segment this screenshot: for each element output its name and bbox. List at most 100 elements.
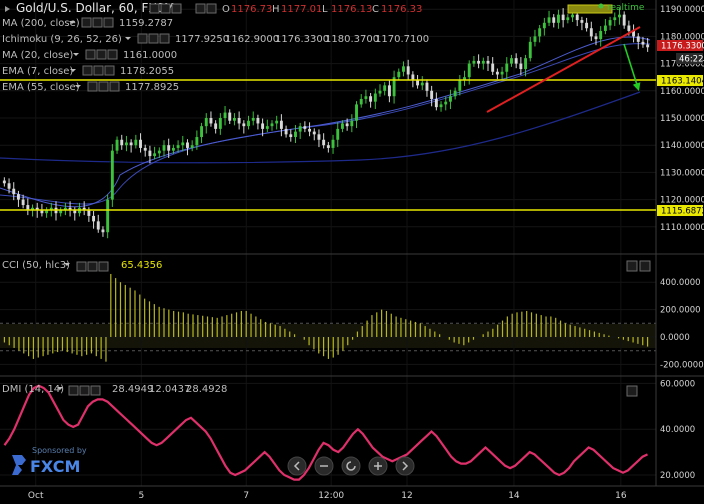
- scroll-left-button[interactable]: [287, 456, 307, 476]
- candle-body: [369, 96, 373, 102]
- dmi-close-button[interactable]: [90, 385, 101, 396]
- scroll-right-button[interactable]: [395, 456, 415, 476]
- candle-body: [162, 145, 166, 151]
- header-extra-settings-button[interactable]: [206, 3, 217, 14]
- candle-body: [308, 128, 312, 132]
- candle-body: [430, 90, 434, 99]
- candle-body: [519, 63, 523, 70]
- price-tick-label: 1110.0000: [660, 223, 704, 233]
- dmi-values: 28.494912.043728.4928: [112, 384, 227, 395]
- candle-body: [336, 128, 340, 140]
- cci-value: 65.4356: [121, 260, 162, 271]
- price-tick-label: 1150.0000: [660, 114, 704, 124]
- cci-move-up-button[interactable]: [626, 260, 638, 272]
- candle-body: [186, 142, 189, 148]
- cci-close-button[interactable]: [98, 261, 109, 272]
- candle-body: [618, 14, 621, 18]
- realtime-label: realtime: [607, 3, 645, 13]
- ohlc-key: H: [272, 4, 280, 15]
- candle-body: [580, 20, 584, 23]
- candle-body: [265, 126, 269, 129]
- realtime-indicator-icon: [598, 3, 604, 9]
- candle-body: [402, 66, 405, 72]
- reset-button[interactable]: [341, 456, 361, 476]
- indicator-visibility-toggle-button[interactable]: [137, 33, 148, 44]
- dmi-tick-label: 60.0000: [660, 379, 695, 389]
- candle-body: [603, 25, 607, 31]
- dmi-move-up-button[interactable]: [626, 385, 638, 397]
- candle-body: [646, 44, 650, 48]
- indicator-settings-button[interactable]: [98, 81, 109, 92]
- candle-body: [420, 82, 424, 86]
- indicator-value: 1178.2055: [120, 66, 174, 77]
- indicator-close-button[interactable]: [103, 17, 114, 28]
- candle-body: [312, 131, 316, 135]
- indicator-label[interactable]: EMA (55, close): [2, 82, 80, 93]
- candle-body: [148, 150, 152, 157]
- dmi-label[interactable]: DMI (14, 14): [2, 384, 64, 395]
- candle-body: [110, 150, 114, 200]
- candle-body: [124, 142, 128, 146]
- candle-body: [387, 85, 391, 97]
- price-tick-label: 1190.0000: [660, 5, 704, 15]
- cci-label[interactable]: CCI (50, hlc3): [2, 260, 70, 271]
- candle-body: [500, 71, 504, 75]
- candle-body: [326, 145, 330, 148]
- header-close-button[interactable]: [171, 3, 182, 14]
- indicator-visibility-toggle-button[interactable]: [82, 65, 93, 76]
- candle-body: [181, 142, 185, 146]
- indicator-label[interactable]: MA (200, close): [2, 18, 80, 29]
- candle-body: [355, 104, 358, 121]
- indicator-settings-button[interactable]: [96, 49, 107, 60]
- header-visibility-toggle-button[interactable]: [149, 3, 160, 14]
- candle-body: [279, 120, 283, 129]
- indicator-settings-button[interactable]: [93, 65, 104, 76]
- candle-body: [270, 123, 274, 127]
- sponsor-brand: FXCM: [30, 457, 80, 476]
- dmi-settings-button[interactable]: [79, 385, 90, 396]
- highlight-rectangle[interactable]: [567, 4, 613, 14]
- ohlc-value: 1177.01: [281, 4, 322, 15]
- candle-body: [7, 183, 11, 189]
- indicator-label[interactable]: MA (20, close): [2, 50, 73, 61]
- indicator-value: 1170.7100: [375, 34, 429, 45]
- cci-settings-button[interactable]: [87, 261, 98, 272]
- indicator-visibility-toggle-button[interactable]: [87, 81, 98, 92]
- candle-body: [120, 139, 124, 146]
- indicator-close-button[interactable]: [159, 33, 170, 44]
- candle-body: [350, 120, 354, 127]
- candle-body: [101, 229, 105, 233]
- time-tick-label: 7: [243, 491, 249, 501]
- candle-body: [139, 139, 142, 148]
- candle-body: [542, 22, 546, 29]
- cci-visibility-toggle-button[interactable]: [76, 261, 87, 272]
- candle-body: [73, 210, 77, 214]
- indicator-label[interactable]: EMA (7, close): [2, 66, 73, 77]
- cci-move-down-button[interactable]: [639, 260, 651, 272]
- indicator-value: 1161.0000: [123, 50, 177, 61]
- indicator-value: 1180.3700: [325, 34, 379, 45]
- header-extra-visibility-toggle-button[interactable]: [195, 3, 206, 14]
- candle-body: [608, 20, 612, 26]
- indicator-label[interactable]: Ichimoku (9, 26, 52, 26): [2, 34, 122, 45]
- indicator-visibility-toggle-button[interactable]: [85, 49, 96, 60]
- chart-canvas: realtime 1190.00001180.00001170.00001160…: [0, 0, 704, 504]
- candle-body: [373, 93, 377, 102]
- price-axis-ticks: 1190.00001180.00001170.00001160.00001150…: [660, 5, 704, 233]
- indicator-close-button[interactable]: [109, 81, 120, 92]
- candle-body: [453, 90, 457, 97]
- indicator-settings-button[interactable]: [148, 33, 159, 44]
- indicator-close-button[interactable]: [107, 49, 118, 60]
- dmi-value: 12.0437: [149, 384, 190, 395]
- candle-body: [289, 134, 293, 138]
- candle-body: [96, 221, 100, 230]
- indicator-close-button[interactable]: [104, 65, 115, 76]
- indicator-value: 1162.9000: [225, 34, 279, 45]
- dmi-visibility-toggle-button[interactable]: [68, 385, 79, 396]
- candle-body: [12, 188, 16, 195]
- indicator-visibility-toggle-button[interactable]: [81, 17, 92, 28]
- candle-body: [594, 36, 598, 40]
- indicator-settings-button[interactable]: [92, 17, 103, 28]
- ohlc-value: 1176.13: [331, 4, 372, 15]
- header-settings-button[interactable]: [160, 3, 171, 14]
